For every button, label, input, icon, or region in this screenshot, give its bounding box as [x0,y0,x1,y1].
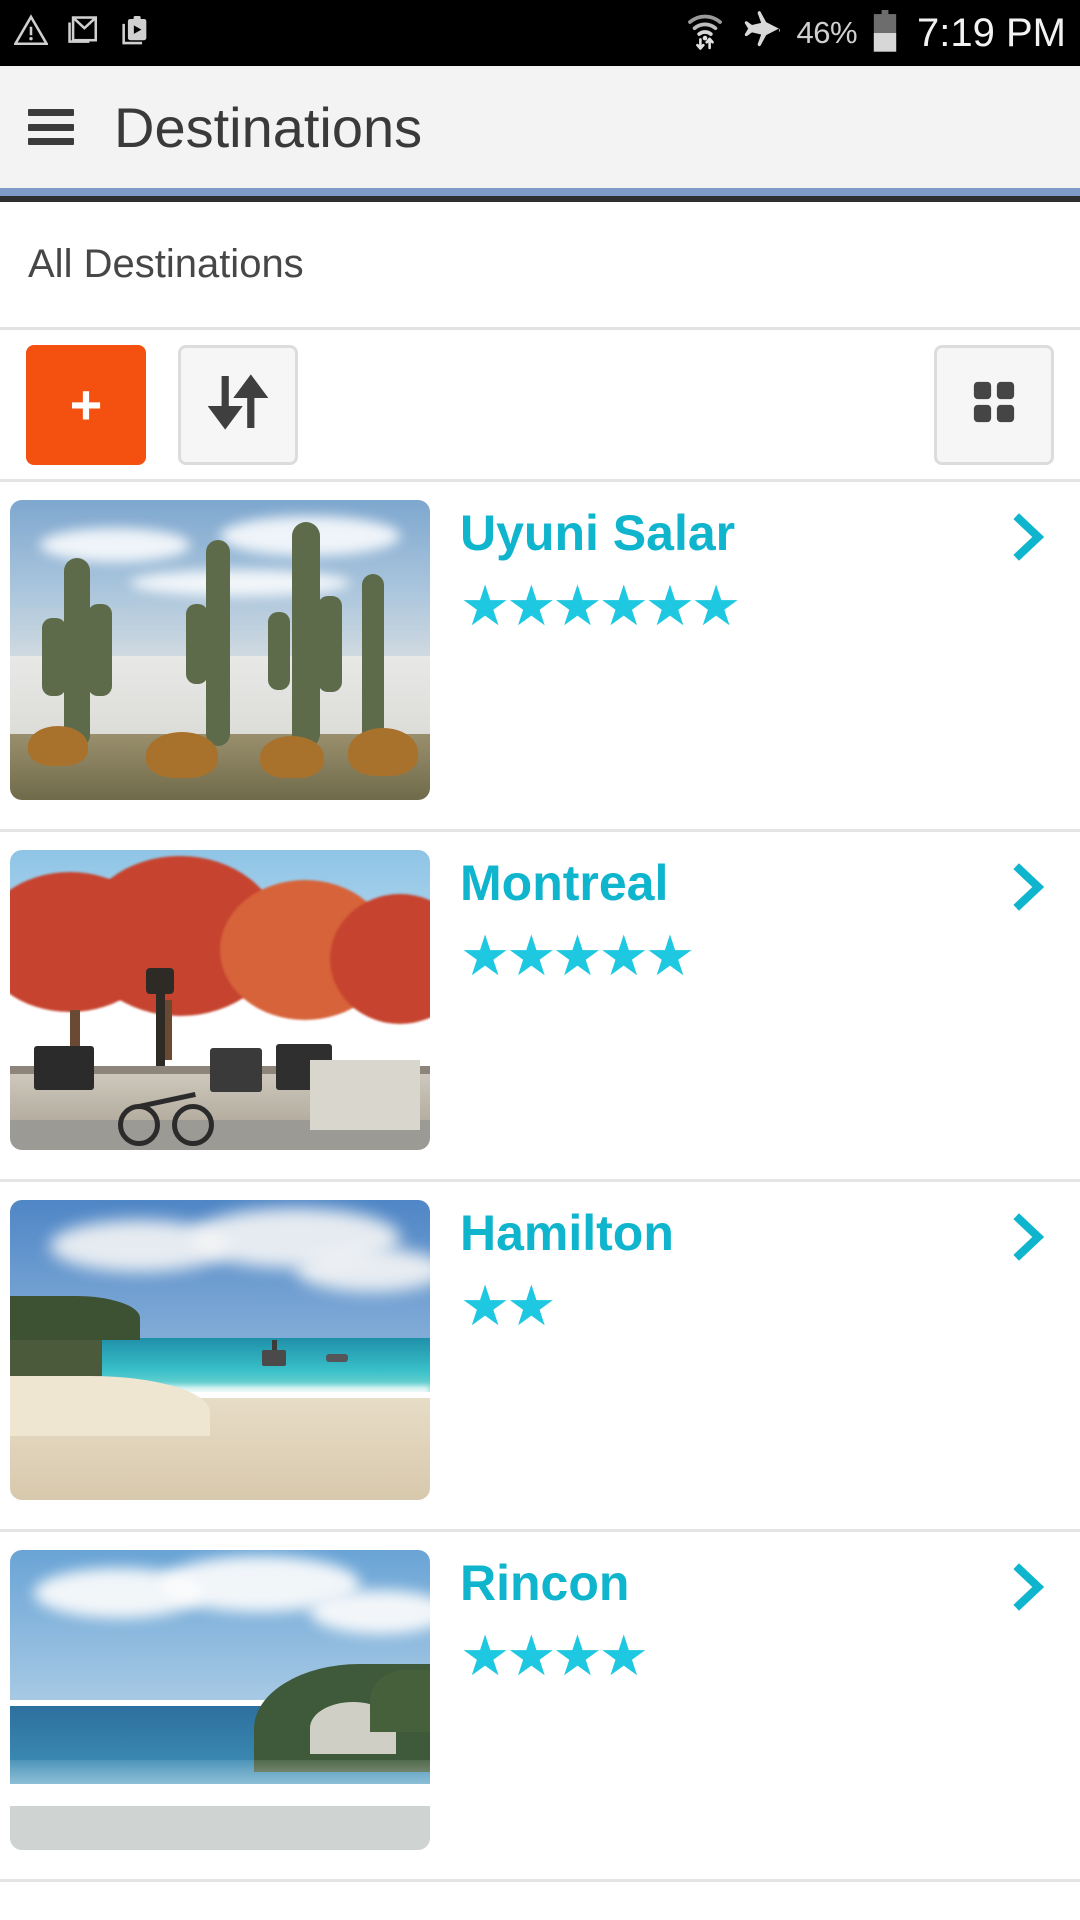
list-item[interactable]: Hamilton ★★ [0,1182,1080,1532]
destination-info: Montreal ★★★★★ [430,850,988,985]
status-bar: 46% 7:19 PM [0,0,1080,66]
battery-percent-label: 46% [796,15,857,51]
destination-thumbnail [10,1200,430,1500]
destination-title: Uyuni Salar [460,506,988,561]
list-toolbar: + [0,330,1080,482]
warning-triangle-icon [14,14,48,53]
hamburger-menu-icon[interactable] [28,109,74,145]
destination-thumbnail [10,850,430,1150]
status-bar-clock: 7:19 PM [917,11,1066,56]
wifi-data-transfer-icon [686,11,724,56]
rating-stars: ★★ [460,1279,988,1335]
destination-title: Rincon [460,1556,988,1611]
status-bar-left-icons [14,14,152,53]
section-header: All Destinations [0,202,1080,330]
destination-info: Hamilton ★★ [430,1200,988,1335]
sort-button[interactable] [178,345,298,465]
grid-view-button[interactable] [934,345,1054,465]
destination-thumbnail [10,500,430,800]
plus-icon: + [70,377,103,433]
destination-thumbnail [10,1550,430,1850]
list-item[interactable]: Rincon ★★★★ [0,1532,1080,1882]
battery-icon [871,9,899,58]
destination-title: Hamilton [460,1206,988,1261]
app-clipboard-icon [118,14,152,53]
chevron-right-icon[interactable] [1000,1550,1054,1619]
rating-stars: ★★★★★ [460,929,988,985]
destinations-list: Uyuni Salar ★★★★★★ [0,482,1080,1882]
rating-stars: ★★★★★★ [460,579,988,635]
chevron-right-icon[interactable] [1000,500,1054,569]
gmail-icon [66,14,100,53]
add-destination-button[interactable]: + [26,345,146,465]
app-bar: Destinations [0,66,1080,188]
chevron-right-icon[interactable] [1000,1200,1054,1269]
rating-stars: ★★★★ [460,1629,988,1685]
destination-info: Rincon ★★★★ [430,1550,988,1685]
section-title: All Destinations [28,242,304,287]
chevron-right-icon[interactable] [1000,850,1054,919]
destination-info: Uyuni Salar ★★★★★★ [430,500,988,635]
list-item[interactable]: Uyuni Salar ★★★★★★ [0,482,1080,832]
grid-view-icon [971,379,1017,430]
page-title: Destinations [114,95,422,160]
sort-arrows-icon [208,370,268,439]
status-bar-right-icons: 46% 7:19 PM [686,9,1066,58]
airplane-mode-icon [738,11,782,56]
destination-title: Montreal [460,856,988,911]
list-item[interactable]: Montreal ★★★★★ [0,832,1080,1182]
app-bar-accent-rule [0,188,1080,196]
